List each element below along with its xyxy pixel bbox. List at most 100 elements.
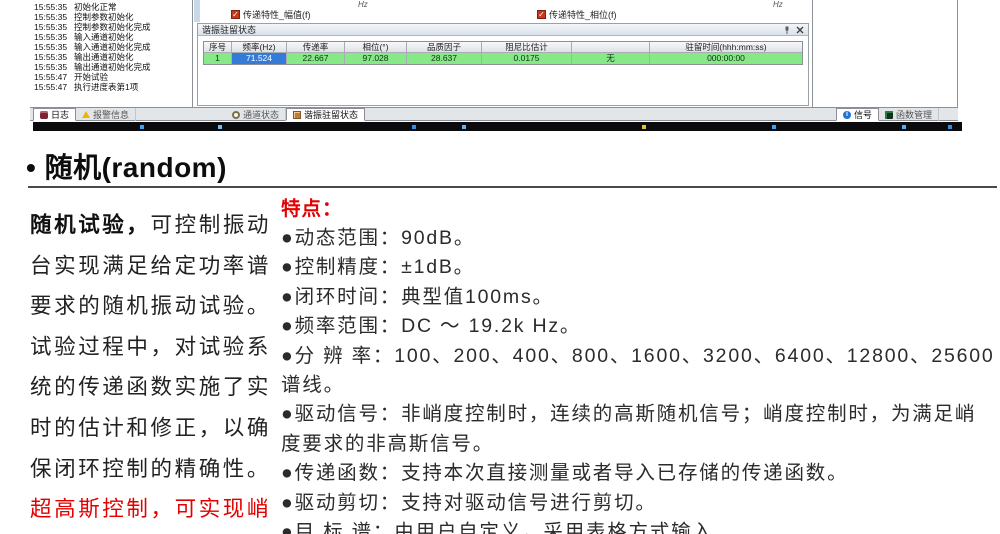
legend-phase[interactable]: 传递特性_相位(f) xyxy=(537,8,617,21)
tab-icon xyxy=(885,111,893,119)
tab[interactable]: 信号 xyxy=(836,108,879,121)
feature-item: ●驱动剪切：支持对驱动信号进行剪切。 xyxy=(281,489,997,518)
column-header[interactable]: 频率(Hz) xyxy=(232,42,287,53)
intro-line: 时的估计和修正，以确 xyxy=(30,408,278,449)
feature-item: ●驱动信号：非峭度控制时，连续的高斯随机信号；峭度控制时，为满足峭度要求的非高斯… xyxy=(281,400,997,459)
tab[interactable]: 函数管理 xyxy=(879,108,939,121)
column-header[interactable]: 相位(°) xyxy=(345,42,407,53)
table-cell[interactable]: 22.667 xyxy=(287,53,345,64)
intro-text: 保闭环控制的精确性。 xyxy=(30,457,271,481)
log-row[interactable]: 15:55:35 输出通道初始化完成 xyxy=(30,62,192,72)
log-timestamp: 15:55:35 xyxy=(30,42,74,52)
tab-label: 通道状态 xyxy=(243,108,279,121)
taskbar-dot xyxy=(140,125,144,129)
log-row[interactable]: 15:55:47 执行进度表第1项 xyxy=(30,82,192,92)
table-header-row: 序号 频率(Hz) 传递率 相位(°) 品质因子 阻尼比估计 xyxy=(204,42,802,53)
title-underline xyxy=(28,186,997,188)
taskbar-dot xyxy=(412,125,416,129)
log-timestamp: 15:55:35 xyxy=(30,62,74,72)
tab-label: 信号 xyxy=(854,108,872,121)
checkbox-checked-icon[interactable] xyxy=(537,10,546,19)
tab-label: 谐振驻留状态 xyxy=(304,108,358,121)
tab-label: 日志 xyxy=(51,108,69,121)
table-cell[interactable]: 28.637 xyxy=(407,53,482,64)
log-message: 控制参数初始化完成 xyxy=(74,22,151,32)
log-tabs: 日志 报警信息 xyxy=(33,108,136,121)
tab-label: 报警信息 xyxy=(93,108,129,121)
log-timestamp: 15:55:35 xyxy=(30,22,74,32)
tab-icon xyxy=(232,111,240,119)
features-heading: 特点： xyxy=(281,196,997,222)
taskbar-dot xyxy=(462,125,466,129)
intro-line: 保闭环控制的精确性。 xyxy=(30,449,278,490)
log-row[interactable]: 15:55:35 输入通道初始化 xyxy=(30,32,192,42)
tab[interactable]: 通道状态 xyxy=(226,108,286,121)
charts-and-dwell-area: Hz Hz 传递特性_幅值(f) 传递特性_相位(f) 谐振驻留状态 xyxy=(193,0,813,107)
log-message: 执行进度表第1项 xyxy=(74,82,138,92)
page: 15:55:35 初始化正常 15:55:35 控制参数初始化 15:55:35… xyxy=(0,0,1000,534)
log-message: 控制参数初始化 xyxy=(74,12,134,22)
intro-text: 试验过程中，对试验系 xyxy=(30,335,271,359)
signal-panel xyxy=(813,0,958,107)
resonance-dwell-panel: 谐振驻留状态 xyxy=(197,23,809,106)
bottom-tab-strip: 日志 报警信息 通道状态 xyxy=(30,107,958,121)
signal-tabs: 信号 函数管理 xyxy=(836,108,939,121)
tab[interactable]: 报警信息 xyxy=(76,108,136,121)
log-row[interactable]: 15:55:35 控制参数初始化完成 xyxy=(30,22,192,32)
log-timestamp: 15:55:35 xyxy=(30,52,74,62)
checkbox-checked-icon[interactable] xyxy=(231,10,240,19)
log-row[interactable]: 15:55:47 开始试验 xyxy=(30,72,192,82)
software-screenshot: 15:55:35 初始化正常 15:55:35 控制参数初始化 15:55:35… xyxy=(0,0,1000,131)
panel-title-bar[interactable]: 谐振驻留状态 xyxy=(198,24,808,36)
tab-icon xyxy=(843,111,851,119)
intro-line: 台实现满足给定功率谱 xyxy=(30,246,278,287)
log-timestamp: 15:55:35 xyxy=(30,32,74,42)
table-cell[interactable]: 71.524 xyxy=(232,53,287,64)
table-cell[interactable]: 1 xyxy=(204,53,232,64)
tab-icon xyxy=(82,111,90,118)
log-timestamp: 15:55:47 xyxy=(30,72,74,82)
log-panel: 15:55:35 初始化正常 15:55:35 控制参数初始化 15:55:35… xyxy=(30,0,193,107)
close-icon[interactable] xyxy=(796,26,804,34)
dwell-status-table: 序号 频率(Hz) 传递率 相位(°) 品质因子 阻尼比估计 xyxy=(203,41,803,65)
legend-amplitude[interactable]: 传递特性_幅值(f) xyxy=(231,8,311,21)
tab-label: 函数管理 xyxy=(896,108,932,121)
intro-line: 试验过程中，对试验系 xyxy=(30,327,278,368)
log-row[interactable]: 15:55:35 控制参数初始化 xyxy=(30,12,192,22)
table-row: 1 71.524 22.667 97.028 28.637 0.0175 无 xyxy=(204,53,802,64)
column-header[interactable]: 序号 xyxy=(204,42,232,53)
column-header[interactable]: 传递率 xyxy=(287,42,345,53)
status-tabs: 通道状态 谐振驻留状态 xyxy=(226,108,365,121)
pin-icon[interactable] xyxy=(783,26,791,34)
legend-label: 传递特性_幅值(f) xyxy=(243,8,311,21)
feature-item: ●动态范围：90dB。 xyxy=(281,224,997,253)
column-header[interactable]: 驻留时间(hhh:mm:ss) xyxy=(650,42,802,53)
intro-line: 统的传递函数实施了实 xyxy=(30,367,278,408)
log-row[interactable]: 15:55:35 输出通道初始化 xyxy=(30,52,192,62)
log-timestamp: 15:55:35 xyxy=(30,12,74,22)
column-header[interactable] xyxy=(572,42,650,53)
tab-icon xyxy=(40,111,48,119)
feature-item: ●控制精度：±1dB。 xyxy=(281,253,997,282)
intro-text: 可控制振动 xyxy=(151,213,272,237)
table-cell[interactable]: 0.0175 xyxy=(482,53,572,64)
tab[interactable]: 谐振驻留状态 xyxy=(286,108,365,121)
column-header[interactable]: 品质因子 xyxy=(407,42,482,53)
feature-item: ●传递函数：支持本次直接测量或者导入已存储的传递函数。 xyxy=(281,459,997,488)
table-cell[interactable]: 000:00:00 xyxy=(650,53,802,64)
left-chart-x-axis-label: Hz xyxy=(358,0,368,9)
taskbar-dot xyxy=(642,125,646,129)
right-chart-x-axis-label: Hz xyxy=(773,0,783,9)
table-cell[interactable]: 97.028 xyxy=(345,53,407,64)
splitter-handle[interactable] xyxy=(194,0,200,22)
feature-item: ●分 辨 率：100、200、400、800、1600、3200、6400、12… xyxy=(281,342,997,401)
panel-title: 谐振驻留状态 xyxy=(202,25,256,35)
taskbar-dot xyxy=(218,125,222,129)
tab[interactable]: 日志 xyxy=(33,108,76,121)
log-row[interactable]: 15:55:35 输入通道初始化完成 xyxy=(30,42,192,52)
column-header[interactable]: 阻尼比估计 xyxy=(482,42,572,53)
log-message: 输出通道初始化 xyxy=(74,52,134,62)
log-row[interactable]: 15:55:35 初始化正常 xyxy=(30,2,192,12)
feature-item: ●频率范围：DC ～ 19.2k Hz。 xyxy=(281,312,997,341)
table-cell[interactable]: 无 xyxy=(572,53,650,64)
